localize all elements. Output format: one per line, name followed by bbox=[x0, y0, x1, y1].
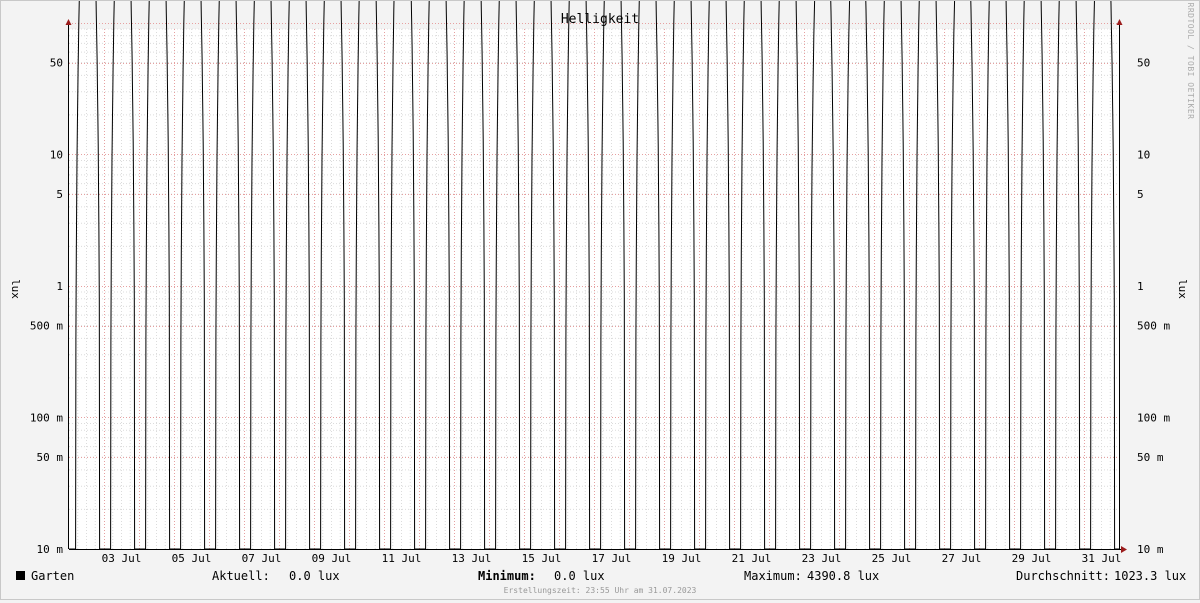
x-tick-label: 03 Jul bbox=[102, 552, 142, 565]
y-tick-label-right: 5 bbox=[1137, 188, 1144, 201]
graph-frame: 10 m 10 m 50 m 50 m 100 m 100 m 500 m 500 m 1 1 5 5… bbox=[0, 0, 1200, 600]
y-tick-label-right: 500 m bbox=[1137, 320, 1170, 333]
x-tick-label: 27 Jul bbox=[942, 552, 982, 565]
rrdtool-credit: RRDTOOL / TOBI OETIKER bbox=[1186, 3, 1195, 120]
y-tick-label-left: 50 m bbox=[37, 451, 64, 464]
y-tick-label-left: 50 bbox=[50, 57, 63, 70]
legend-avg-value: 1023.3 lux bbox=[1114, 569, 1186, 583]
legend-avg-label: Durchschnitt: bbox=[1016, 569, 1110, 583]
x-tick-label: 15 Jul bbox=[522, 552, 562, 565]
y-tick-label-right: 50 m bbox=[1137, 451, 1164, 464]
y-tick-label-right: 1 bbox=[1137, 280, 1144, 293]
legend-max-label: Maximum: bbox=[744, 569, 802, 583]
x-tick-label: 09 Jul bbox=[312, 552, 352, 565]
grid bbox=[69, 23, 1119, 550]
x-tick-label: 31 Jul bbox=[1082, 552, 1122, 565]
legend: Garten Aktuell: 0.0 lux Minimum: 0.0 lux… bbox=[16, 569, 1186, 583]
y-tick-label-left: 500 m bbox=[30, 320, 63, 333]
legend-min-value: 0.0 lux bbox=[554, 569, 605, 583]
x-tick-label: 23 Jul bbox=[802, 552, 842, 565]
legend-current-label: Aktuell: bbox=[212, 569, 270, 583]
chart-svg: 10 m 10 m 50 m 50 m 100 m 100 m 500 m 500 m 1 1 5 5… bbox=[9, 0, 1195, 595]
x-tick-label: 05 Jul bbox=[172, 552, 212, 565]
y-tick-label-right: 50 bbox=[1137, 57, 1150, 70]
y-axis-label-left: lux bbox=[9, 279, 22, 299]
legend-series-name: Garten bbox=[31, 569, 74, 583]
x-tick-label: 13 Jul bbox=[452, 552, 492, 565]
y-tick-label-left: 10 m bbox=[37, 543, 64, 556]
y-tick-label-right: 100 m bbox=[1137, 411, 1170, 424]
y-axis-arrow-right-icon bbox=[1116, 19, 1123, 25]
x-tick-label: 29 Jul bbox=[1012, 552, 1052, 565]
x-tick-label: 11 Jul bbox=[382, 552, 422, 565]
x-tick-label: 17 Jul bbox=[592, 552, 632, 565]
y-tick-label-left: 5 bbox=[56, 188, 63, 201]
chart-title: Helligkeit bbox=[561, 12, 639, 27]
legend-max-value: 4390.8 lux bbox=[807, 569, 879, 583]
y-tick-label-left: 1 bbox=[56, 280, 63, 293]
x-tick-label: 21 Jul bbox=[732, 552, 772, 565]
y-tick-label-left: 100 m bbox=[30, 411, 63, 424]
x-tick-label: 25 Jul bbox=[872, 552, 912, 565]
legend-current-value: 0.0 lux bbox=[289, 569, 340, 583]
footer-timestamp: Erstellungszeit: 23:55 Uhr am 31.07.2023 bbox=[504, 586, 697, 595]
y-tick-label-right: 10 bbox=[1137, 148, 1150, 161]
x-axis-arrow-icon bbox=[1121, 546, 1127, 553]
x-tick-label: 19 Jul bbox=[662, 552, 702, 565]
legend-min-label: Minimum: bbox=[478, 569, 536, 583]
y-axis-label-right: lux bbox=[1176, 279, 1189, 299]
x-tick-label: 07 Jul bbox=[242, 552, 282, 565]
legend-swatch bbox=[16, 571, 25, 580]
y-axis-arrow-left-icon bbox=[65, 19, 72, 25]
y-tick-label-left: 10 bbox=[50, 148, 63, 161]
y-tick-label-right: 10 m bbox=[1137, 543, 1164, 556]
